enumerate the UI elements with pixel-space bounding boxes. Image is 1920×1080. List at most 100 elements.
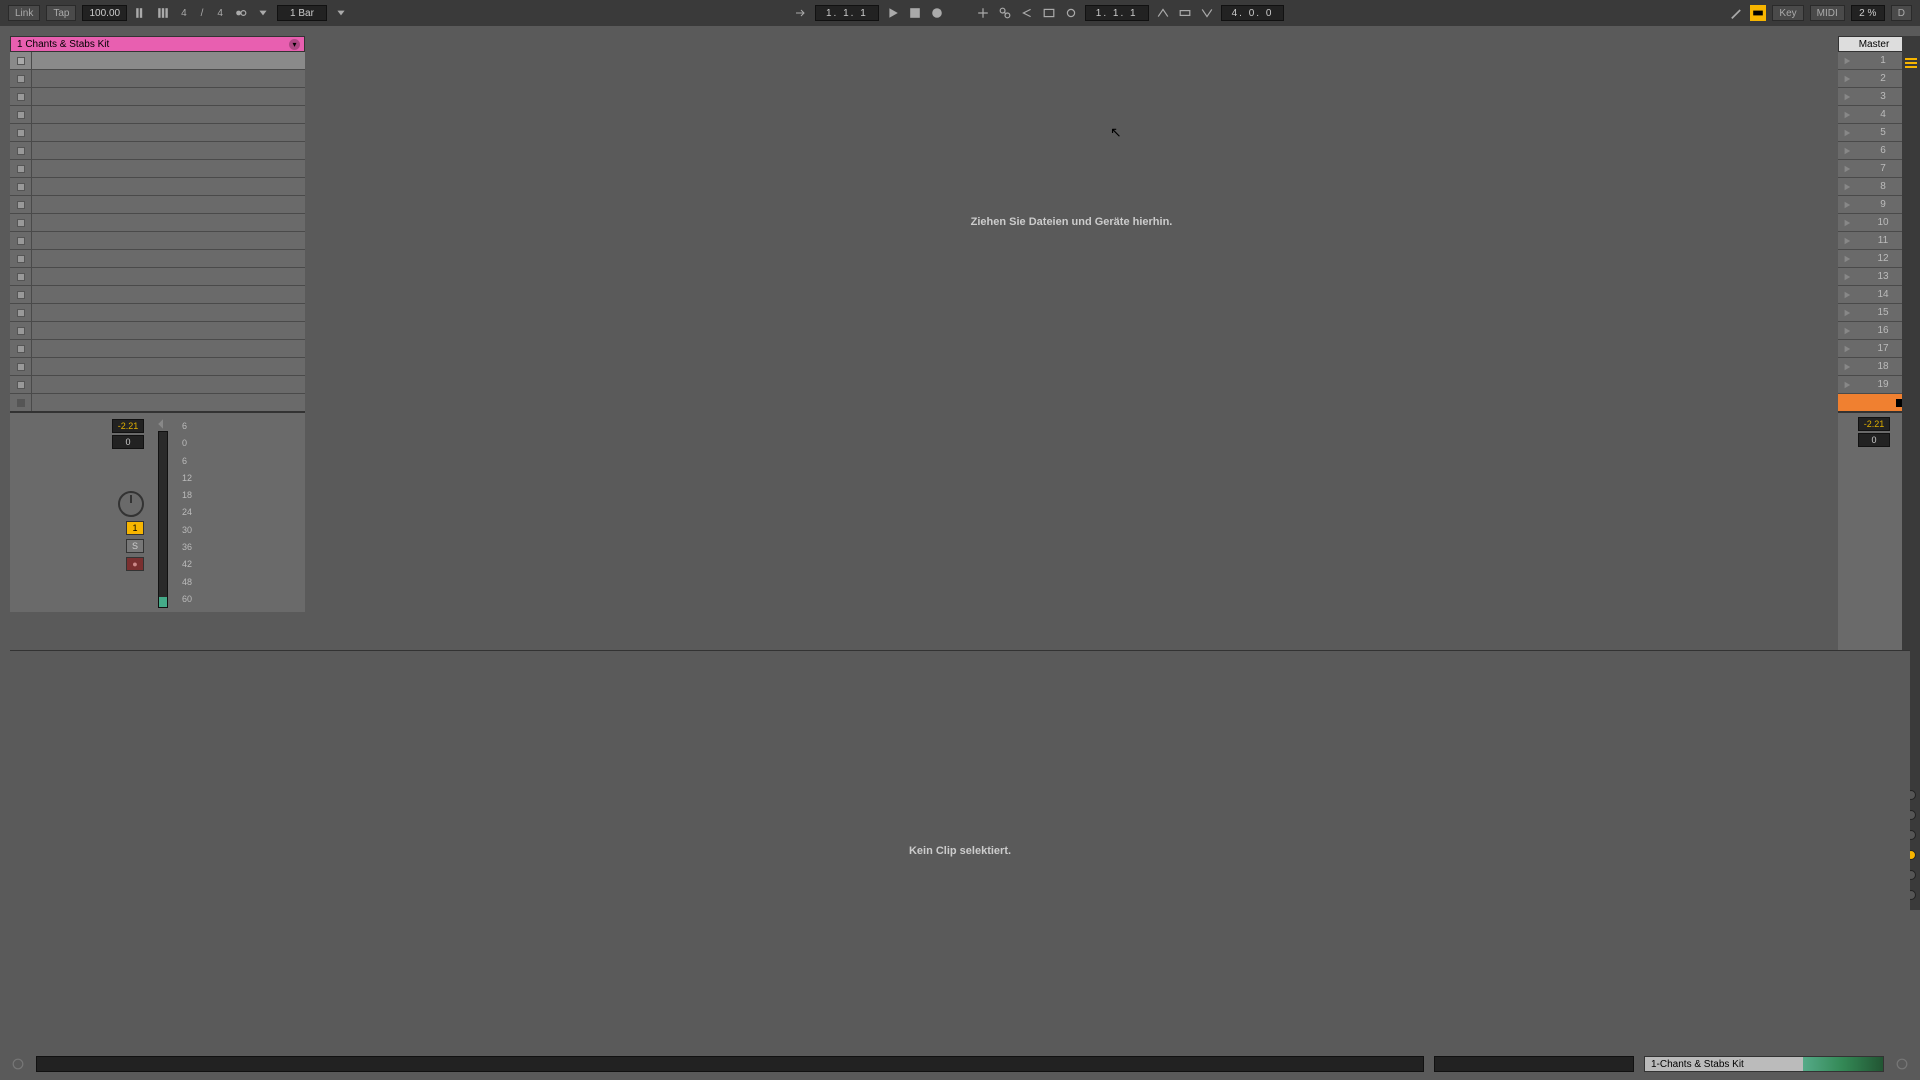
clip-stop-button[interactable] — [10, 268, 32, 285]
scene-play-icon[interactable] — [1838, 363, 1856, 371]
scene-play-icon[interactable] — [1838, 57, 1856, 65]
track-volume-value[interactable]: -2.21 — [112, 419, 144, 433]
punch-out-icon[interactable] — [1199, 5, 1215, 21]
capture-icon[interactable] — [1041, 5, 1057, 21]
scene-launch-row[interactable]: 19 — [1838, 376, 1910, 394]
status-right-icon[interactable] — [1894, 1056, 1910, 1072]
clip-slot[interactable] — [10, 376, 305, 394]
track-arm-button[interactable]: ● — [126, 557, 144, 571]
clip-slot[interactable] — [10, 196, 305, 214]
clip-stop-button[interactable] — [10, 322, 32, 339]
track-activator-button[interactable]: 1 — [126, 521, 144, 535]
scene-launch-row[interactable]: 1 — [1838, 52, 1910, 70]
master-volume-value[interactable]: -2.21 — [1858, 417, 1890, 431]
scene-play-icon[interactable] — [1838, 93, 1856, 101]
track-pan-knob[interactable] — [118, 491, 144, 517]
scene-launch-row[interactable]: 7 — [1838, 160, 1910, 178]
scene-play-icon[interactable] — [1838, 165, 1856, 173]
scene-launch-row[interactable]: 4 — [1838, 106, 1910, 124]
clip-slot[interactable] — [10, 160, 305, 178]
key-map-button[interactable]: Key — [1772, 5, 1803, 21]
scene-launch-row[interactable]: 15 — [1838, 304, 1910, 322]
midi-map-button[interactable]: MIDI — [1810, 5, 1845, 21]
scene-play-icon[interactable] — [1838, 273, 1856, 281]
nudge-up-icon[interactable] — [155, 5, 171, 21]
metronome-icon[interactable] — [233, 5, 249, 21]
track-title[interactable]: 1 Chants & Stabs Kit ▾ — [10, 36, 305, 52]
metronome-dropdown-icon[interactable] — [255, 5, 271, 21]
arrangement-position[interactable]: 1. 1. 1 — [815, 5, 879, 21]
bar-dropdown-icon[interactable] — [333, 5, 349, 21]
clip-slot[interactable] — [10, 142, 305, 160]
scene-launch-row[interactable]: 6 — [1838, 142, 1910, 160]
metronome-bar-field[interactable]: 1 Bar — [277, 5, 327, 21]
clip-slot[interactable] — [10, 52, 305, 70]
loop-switch-icon[interactable] — [1177, 5, 1193, 21]
play-icon[interactable] — [885, 5, 901, 21]
time-sig-num[interactable]: 4 — [177, 8, 191, 19]
clip-stop-button[interactable] — [10, 250, 32, 267]
clip-slot[interactable] — [10, 124, 305, 142]
io-section-toggle-icon[interactable] — [1905, 56, 1917, 68]
scene-play-icon[interactable] — [1838, 327, 1856, 335]
scene-launch-row[interactable]: 2 — [1838, 70, 1910, 88]
computer-keyboard-icon[interactable] — [1750, 5, 1766, 21]
scene-play-icon[interactable] — [1838, 129, 1856, 137]
clip-slot[interactable] — [10, 340, 305, 358]
clip-stop-button[interactable] — [10, 124, 32, 141]
scene-play-icon[interactable] — [1838, 291, 1856, 299]
follow-icon[interactable] — [793, 5, 809, 21]
overdub-icon[interactable] — [975, 5, 991, 21]
clip-stop-button[interactable] — [10, 214, 32, 231]
clip-stop-button[interactable] — [10, 70, 32, 87]
track-pan-value[interactable]: 0 — [112, 435, 144, 449]
nudge-down-icon[interactable] — [133, 5, 149, 21]
clip-stop-button[interactable] — [10, 340, 32, 357]
master-title[interactable]: Master — [1838, 36, 1910, 52]
stop-all-clips-button[interactable] — [1838, 394, 1910, 412]
time-sig-den[interactable]: 4 — [213, 8, 227, 19]
draw-mode-icon[interactable] — [1728, 5, 1744, 21]
scene-launch-row[interactable]: 16 — [1838, 322, 1910, 340]
scene-play-icon[interactable] — [1838, 381, 1856, 389]
scene-launch-row[interactable]: 11 — [1838, 232, 1910, 250]
track-solo-button[interactable]: S — [126, 539, 144, 553]
scene-launch-row[interactable]: 17 — [1838, 340, 1910, 358]
scene-launch-row[interactable]: 8 — [1838, 178, 1910, 196]
clip-slot[interactable] — [10, 286, 305, 304]
clip-slot[interactable] — [10, 250, 305, 268]
scene-play-icon[interactable] — [1838, 183, 1856, 191]
tempo-field[interactable]: 100.00 — [82, 5, 127, 21]
scene-launch-row[interactable]: 18 — [1838, 358, 1910, 376]
scene-play-icon[interactable] — [1838, 75, 1856, 83]
clip-stop-button[interactable] — [10, 106, 32, 123]
reenable-automation-icon[interactable] — [1019, 5, 1035, 21]
clip-stop-button[interactable] — [10, 142, 32, 159]
scene-play-icon[interactable] — [1838, 111, 1856, 119]
track-stop-button[interactable] — [10, 394, 32, 411]
clip-stop-button[interactable] — [10, 178, 32, 195]
clip-stop-button[interactable] — [10, 376, 32, 393]
scene-play-icon[interactable] — [1838, 147, 1856, 155]
tap-button[interactable]: Tap — [46, 5, 76, 21]
overload-indicator[interactable]: D — [1891, 5, 1912, 21]
scene-launch-row[interactable]: 14 — [1838, 286, 1910, 304]
loop-length-field[interactable]: 4. 0. 0 — [1221, 5, 1285, 21]
clip-stop-button[interactable] — [10, 358, 32, 375]
clip-stop-button[interactable] — [10, 160, 32, 177]
clip-slot[interactable] — [10, 178, 305, 196]
clip-stop-button[interactable] — [10, 88, 32, 105]
device-chip[interactable]: 1-Chants & Stabs Kit — [1644, 1056, 1884, 1072]
scene-launch-row[interactable]: 10 — [1838, 214, 1910, 232]
scene-launch-row[interactable]: 5 — [1838, 124, 1910, 142]
master-pan-value[interactable]: 0 — [1858, 433, 1890, 447]
scene-play-icon[interactable] — [1838, 255, 1856, 263]
volume-slider-handle-icon[interactable] — [155, 417, 171, 431]
status-info-icon[interactable] — [10, 1056, 26, 1072]
scene-launch-row[interactable]: 12 — [1838, 250, 1910, 268]
scene-launch-row[interactable]: 13 — [1838, 268, 1910, 286]
scene-play-icon[interactable] — [1838, 237, 1856, 245]
automation-arm-icon[interactable] — [997, 5, 1013, 21]
scene-play-icon[interactable] — [1838, 201, 1856, 209]
clip-slot[interactable] — [10, 322, 305, 340]
